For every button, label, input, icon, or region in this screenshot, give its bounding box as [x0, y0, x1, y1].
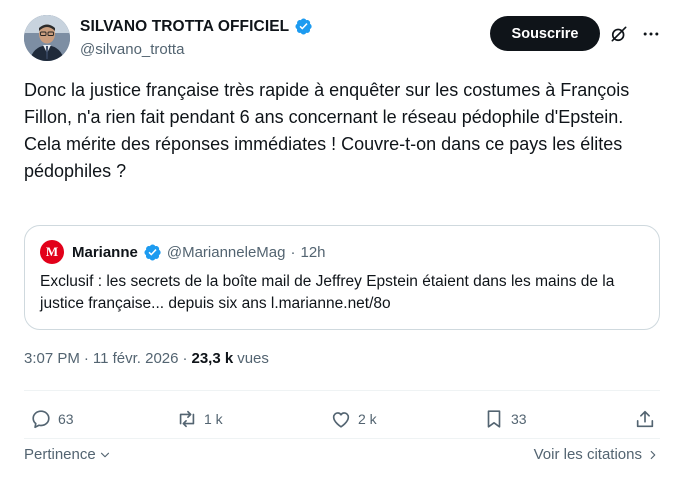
bookmark-button[interactable]: 33 [483, 408, 527, 430]
verified-badge-icon [144, 243, 161, 261]
like-button[interactable]: 2 k [330, 408, 377, 430]
tweet-paragraph: Cela mérite des réponses immédiates ! Co… [24, 134, 623, 181]
views-label: vues [237, 350, 269, 367]
divider [24, 390, 660, 391]
separator: · [182, 350, 188, 367]
bookmark-count: 33 [511, 411, 527, 427]
repost-button[interactable]: 1 k [176, 408, 223, 430]
tweet-meta: 3:07 PM · 11 févr. 2026 · 23,3 k vues [24, 350, 269, 367]
chevron-right-icon [650, 450, 656, 459]
verified-badge-icon [295, 18, 312, 35]
quoted-author-name[interactable]: Marianne [72, 244, 138, 261]
views-count: 23,3 k [191, 350, 234, 367]
author-avatar[interactable] [24, 15, 70, 61]
heart-icon [332, 412, 350, 428]
reply-button[interactable]: 63 [30, 408, 74, 430]
tweet-paragraph: Donc la justice française très rapide à … [24, 80, 630, 127]
author-display-name[interactable]: SILVANO TROTTA OFFICIEL [80, 18, 289, 36]
more-horizontal-icon[interactable] [641, 24, 661, 44]
sort-label: Pertinence [24, 446, 96, 463]
tweet-text: Donc la justice française très rapide à … [24, 77, 664, 185]
repost-count: 1 k [204, 411, 223, 427]
profile-photo [24, 15, 70, 61]
quoted-author-handle[interactable]: @MarianneleMag [167, 244, 286, 261]
author-handle[interactable]: @silvano_trotta [80, 41, 184, 58]
quoted-tweet-text: Exclusif : les secrets de la boîte mail … [40, 273, 615, 312]
tweet-header: SILVANO TROTTA OFFICIEL @silvano_trotta … [0, 0, 685, 68]
reply-icon [32, 410, 50, 429]
share-button[interactable] [634, 408, 656, 430]
separator: · [290, 243, 296, 261]
see-quotes-label: Voir les citations [533, 446, 642, 463]
slashed-circle-icon[interactable] [609, 24, 629, 44]
subscribe-button[interactable]: Souscrire [490, 16, 600, 51]
tweet-time[interactable]: 3:07 PM [24, 350, 80, 367]
chevron-down-icon [100, 452, 109, 457]
quoted-author-avatar[interactable]: M [40, 240, 64, 264]
author-name-row[interactable]: SILVANO TROTTA OFFICIEL [80, 17, 313, 36]
quoted-tweet-header: M Marianne @MarianneleMag · 12h [40, 240, 326, 264]
action-bar: 63 1 k 2 k 33 [24, 392, 660, 448]
see-quotes-link[interactable]: Voir les citations [534, 446, 660, 463]
reply-count: 63 [58, 411, 74, 427]
repost-icon [179, 410, 195, 428]
tweet-date[interactable]: 11 févr. 2026 [93, 350, 179, 367]
sort-dropdown[interactable]: Pertinence [24, 446, 112, 463]
separator: · [83, 350, 89, 367]
quoted-tweet-time[interactable]: 12h [300, 244, 325, 261]
divider [24, 438, 660, 439]
share-icon [636, 410, 654, 428]
bookmark-icon [487, 410, 501, 428]
quoted-tweet-card[interactable]: M Marianne @MarianneleMag · 12h Exclusif… [24, 225, 660, 330]
like-count: 2 k [358, 411, 377, 427]
quoted-avatar-letter: M [45, 244, 59, 259]
